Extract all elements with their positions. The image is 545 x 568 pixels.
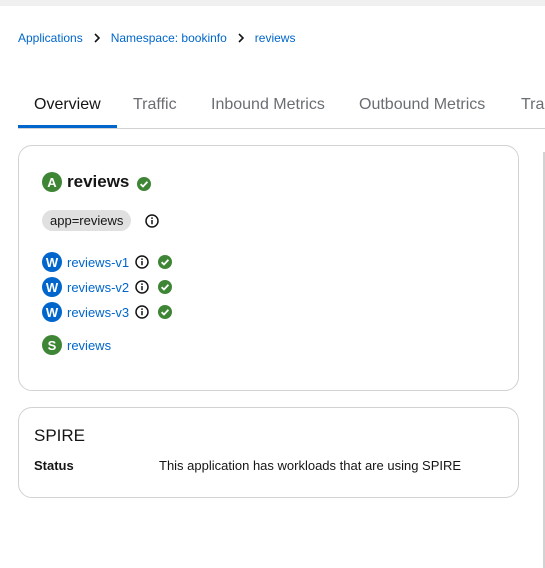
spire-title: SPIRE [34,426,86,445]
breadcrumb: Applications Namespace: bookinfo reviews [18,31,295,45]
breadcrumb-namespace[interactable]: Namespace: bookinfo [111,31,227,45]
spire-status-value: This application has workloads that are … [159,458,462,473]
spire-card: SPIRE Status This application has worklo… [18,407,519,498]
workload-badge: W [42,252,62,272]
breadcrumb-applications[interactable]: Applications [18,31,83,45]
tab-traffic[interactable]: Traffic [133,96,177,114]
active-tab-indicator [18,125,117,128]
service-badge: S [42,335,62,355]
chevron-right-icon [227,31,255,45]
info-circle-icon[interactable] [135,255,149,269]
application-card: A reviews app=reviews W reviews-v1 W rev… [18,145,519,391]
tab-traces[interactable]: Traces [521,96,545,114]
workload-row: W reviews-v3 [42,302,173,322]
check-circle-icon[interactable] [158,255,173,269]
workload-link-reviews-v2[interactable]: reviews-v2 [67,280,129,295]
check-circle-icon[interactable] [158,305,173,319]
workload-link-reviews-v1[interactable]: reviews-v1 [67,255,129,270]
tab-inbound-metrics[interactable]: Inbound Metrics [211,96,325,114]
service-row: S reviews [42,335,111,355]
tab-overview[interactable]: Overview [34,96,101,114]
workload-row: W reviews-v2 [42,277,173,297]
check-circle-icon[interactable] [158,280,173,294]
check-circle-icon[interactable] [137,176,152,191]
spire-status-label: Status [34,458,74,473]
tab-bar: Overview Traffic Inbound Metrics Outboun… [18,86,545,129]
info-circle-icon[interactable] [135,280,149,294]
workload-link-reviews-v3[interactable]: reviews-v3 [67,305,129,320]
tab-outbound-metrics[interactable]: Outbound Metrics [359,96,485,114]
app-name: reviews [67,172,130,191]
app-label-row: app=reviews [42,210,160,231]
info-circle-icon[interactable] [145,213,160,228]
service-link-reviews[interactable]: reviews [67,338,111,353]
app-label-chip: app=reviews [42,210,132,231]
app-title-row: A reviews [42,172,152,192]
app-badge: A [42,172,62,192]
chevron-right-icon [83,31,111,45]
breadcrumb-current[interactable]: reviews [255,31,296,45]
workload-badge: W [42,277,62,297]
info-circle-icon[interactable] [135,305,149,319]
workload-badge: W [42,302,62,322]
top-strip [0,0,545,6]
workload-row: W reviews-v1 [42,252,173,272]
